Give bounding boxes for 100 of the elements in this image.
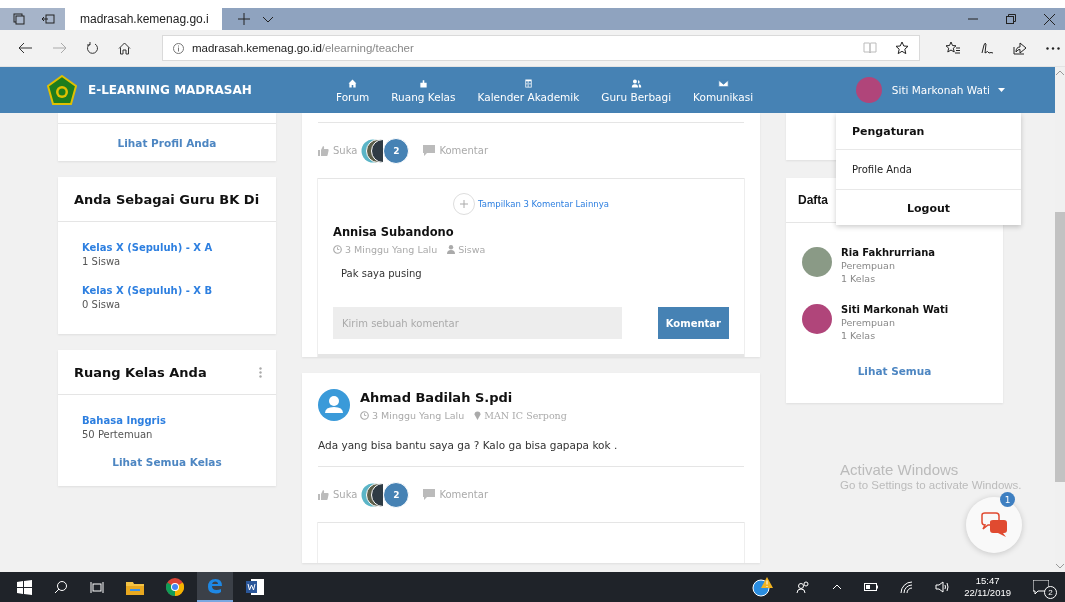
- teacher-gender: Perempuan: [841, 260, 896, 271]
- post-text: Ada yang bisa bantu saya ga ? Kalo ga bisa gapapa kok .: [318, 439, 744, 467]
- author-name[interactable]: Ahmad Badilah S.pdi: [360, 389, 567, 405]
- speech-bubble-icon: [423, 145, 436, 156]
- class-link[interactable]: Kelas X (Sepuluh) - X B: [82, 285, 252, 296]
- thumbs-up-icon: [318, 145, 329, 156]
- address-field[interactable]: madrasah.kemenag.go.id/elearning/teacher: [162, 35, 920, 61]
- globe-warning-icon[interactable]: [752, 577, 775, 597]
- chrome-icon[interactable]: [166, 578, 184, 596]
- thumbs-up-icon: [318, 489, 329, 500]
- scrollbar-thumb[interactable]: [1055, 212, 1065, 482]
- like-count[interactable]: 2: [383, 137, 410, 164]
- chevron-up-icon[interactable]: [832, 584, 843, 590]
- avatar-photo: [802, 304, 832, 334]
- folder-icon[interactable]: [126, 579, 144, 595]
- like-button[interactable]: Suka: [318, 145, 358, 156]
- speech-bubble-icon: [423, 489, 436, 500]
- teacher-name[interactable]: Ria Fakhrurriana: [841, 247, 936, 258]
- nav-link[interactable]: Ruang Kelas: [391, 77, 456, 103]
- like-count[interactable]: 2: [383, 481, 410, 508]
- user-name: Siti Markonah Wati: [891, 84, 990, 96]
- card-title: Ruang Kelas Anda: [74, 364, 207, 380]
- close-icon[interactable]: [1044, 13, 1055, 25]
- teacher-name[interactable]: Siti Markonah Wati: [841, 304, 949, 315]
- nav-link[interactable]: Guru Berbagi: [601, 77, 672, 103]
- set-aside-tabs-icon[interactable]: [42, 13, 55, 25]
- tabs-icon[interactable]: [13, 13, 25, 25]
- user-icon: [447, 245, 456, 254]
- emblem-logo[interactable]: [47, 75, 77, 105]
- user-avatar-icon: [318, 389, 350, 421]
- wifi-icon[interactable]: [900, 581, 914, 593]
- nav-link[interactable]: Kalender Akademik: [477, 77, 580, 103]
- start-icon[interactable]: [17, 579, 32, 595]
- card-title: Anda Sebagai Guru BK Di: [74, 191, 260, 207]
- browser-tab[interactable]: madrasah.kemenag.go.i: [65, 8, 222, 30]
- clock-time: 15:47: [975, 575, 1000, 587]
- clock-date: 22/11/2019: [964, 587, 1011, 599]
- edge-icon[interactable]: [206, 577, 224, 595]
- chat-badge: 1: [1000, 492, 1015, 507]
- menu-item[interactable]: Profile Anda: [836, 150, 1021, 190]
- chat-button[interactable]: [966, 497, 1022, 553]
- search-icon[interactable]: [54, 580, 68, 594]
- comment-text: Pak saya pusing: [341, 268, 423, 279]
- home-icon: [347, 77, 359, 89]
- pen-icon[interactable]: [980, 41, 994, 55]
- refresh-icon[interactable]: [86, 41, 99, 55]
- info-icon: [173, 42, 184, 54]
- new-tab-icon[interactable]: [238, 13, 250, 25]
- clock-icon: [333, 245, 342, 254]
- notification-icon: [1033, 579, 1049, 595]
- commenter-role: Siswa: [447, 244, 486, 255]
- volume-icon[interactable]: [935, 581, 951, 593]
- nav-link[interactable]: Forum: [336, 77, 370, 103]
- submit-comment-button[interactable]: Komentar: [657, 307, 729, 339]
- map-pin-icon: [474, 410, 482, 420]
- restore-icon[interactable]: [1006, 14, 1016, 24]
- show-more-comments-link[interactable]: Tampilkan 3 Komentar Lainnya: [453, 193, 609, 215]
- see-all-link[interactable]: Lihat Semua: [802, 361, 987, 381]
- avatar-photo: [802, 247, 832, 277]
- logout-menu-item[interactable]: Logout: [836, 190, 1021, 225]
- favorites-icon[interactable]: [945, 41, 961, 55]
- menu-heading: Pengaturan: [836, 113, 1021, 150]
- all-classes-link[interactable]: Lihat Semua Kelas: [82, 452, 252, 472]
- users-icon: [630, 77, 642, 89]
- card-title: Dafta: [798, 193, 828, 207]
- user-menu-toggle[interactable]: Siti Markonah Wati: [855, 77, 1005, 103]
- profile-link[interactable]: Lihat Profil Anda: [58, 124, 276, 161]
- class-link[interactable]: Kelas X (Sepuluh) - X A: [82, 242, 252, 253]
- comment-time: 3 Minggu Yang Lalu: [333, 244, 438, 255]
- chat-bubbles-icon: [979, 512, 1009, 538]
- meeting-count: 50 Pertemuan: [82, 429, 154, 440]
- word-icon[interactable]: [246, 578, 264, 596]
- star-icon[interactable]: [895, 41, 909, 55]
- post-time: 3 Minggu Yang Lalu: [360, 409, 465, 421]
- clock-icon: [360, 410, 369, 420]
- post-location: MAN IC Serpong: [474, 409, 567, 421]
- battery-icon[interactable]: [864, 583, 879, 591]
- class-link[interactable]: Bahasa Inggris: [82, 415, 252, 426]
- caret-icon: [998, 88, 1005, 92]
- people-icon[interactable]: [796, 580, 811, 594]
- nav-link[interactable]: Komunikasi: [693, 77, 754, 103]
- teacher-class-count: 1 Kelas: [841, 273, 877, 284]
- task-view-icon[interactable]: [90, 580, 104, 594]
- like-button[interactable]: Suka: [318, 489, 358, 500]
- calendar-icon: [522, 77, 534, 89]
- more-icon[interactable]: [1046, 46, 1060, 50]
- commenter-name[interactable]: Annisa Subandono: [333, 225, 729, 239]
- student-count: 1 Siswa: [82, 256, 122, 267]
- home-icon[interactable]: [118, 41, 131, 55]
- comment-button[interactable]: Komentar: [423, 145, 488, 156]
- chevron-down-icon[interactable]: [262, 15, 274, 23]
- student-count: 0 Siswa: [82, 299, 122, 310]
- back-icon[interactable]: [18, 42, 32, 54]
- teacher-gender: Perempuan: [841, 317, 896, 328]
- envelope-icon: [717, 77, 729, 89]
- teacher-class-count: 1 Kelas: [841, 330, 877, 341]
- site-title[interactable]: E-LEARNING MADRASAH: [88, 83, 303, 97]
- comment-button[interactable]: Komentar: [423, 489, 488, 500]
- share-icon[interactable]: [1013, 41, 1027, 55]
- comment-input[interactable]: Kirim sebuah komentar: [333, 307, 622, 339]
